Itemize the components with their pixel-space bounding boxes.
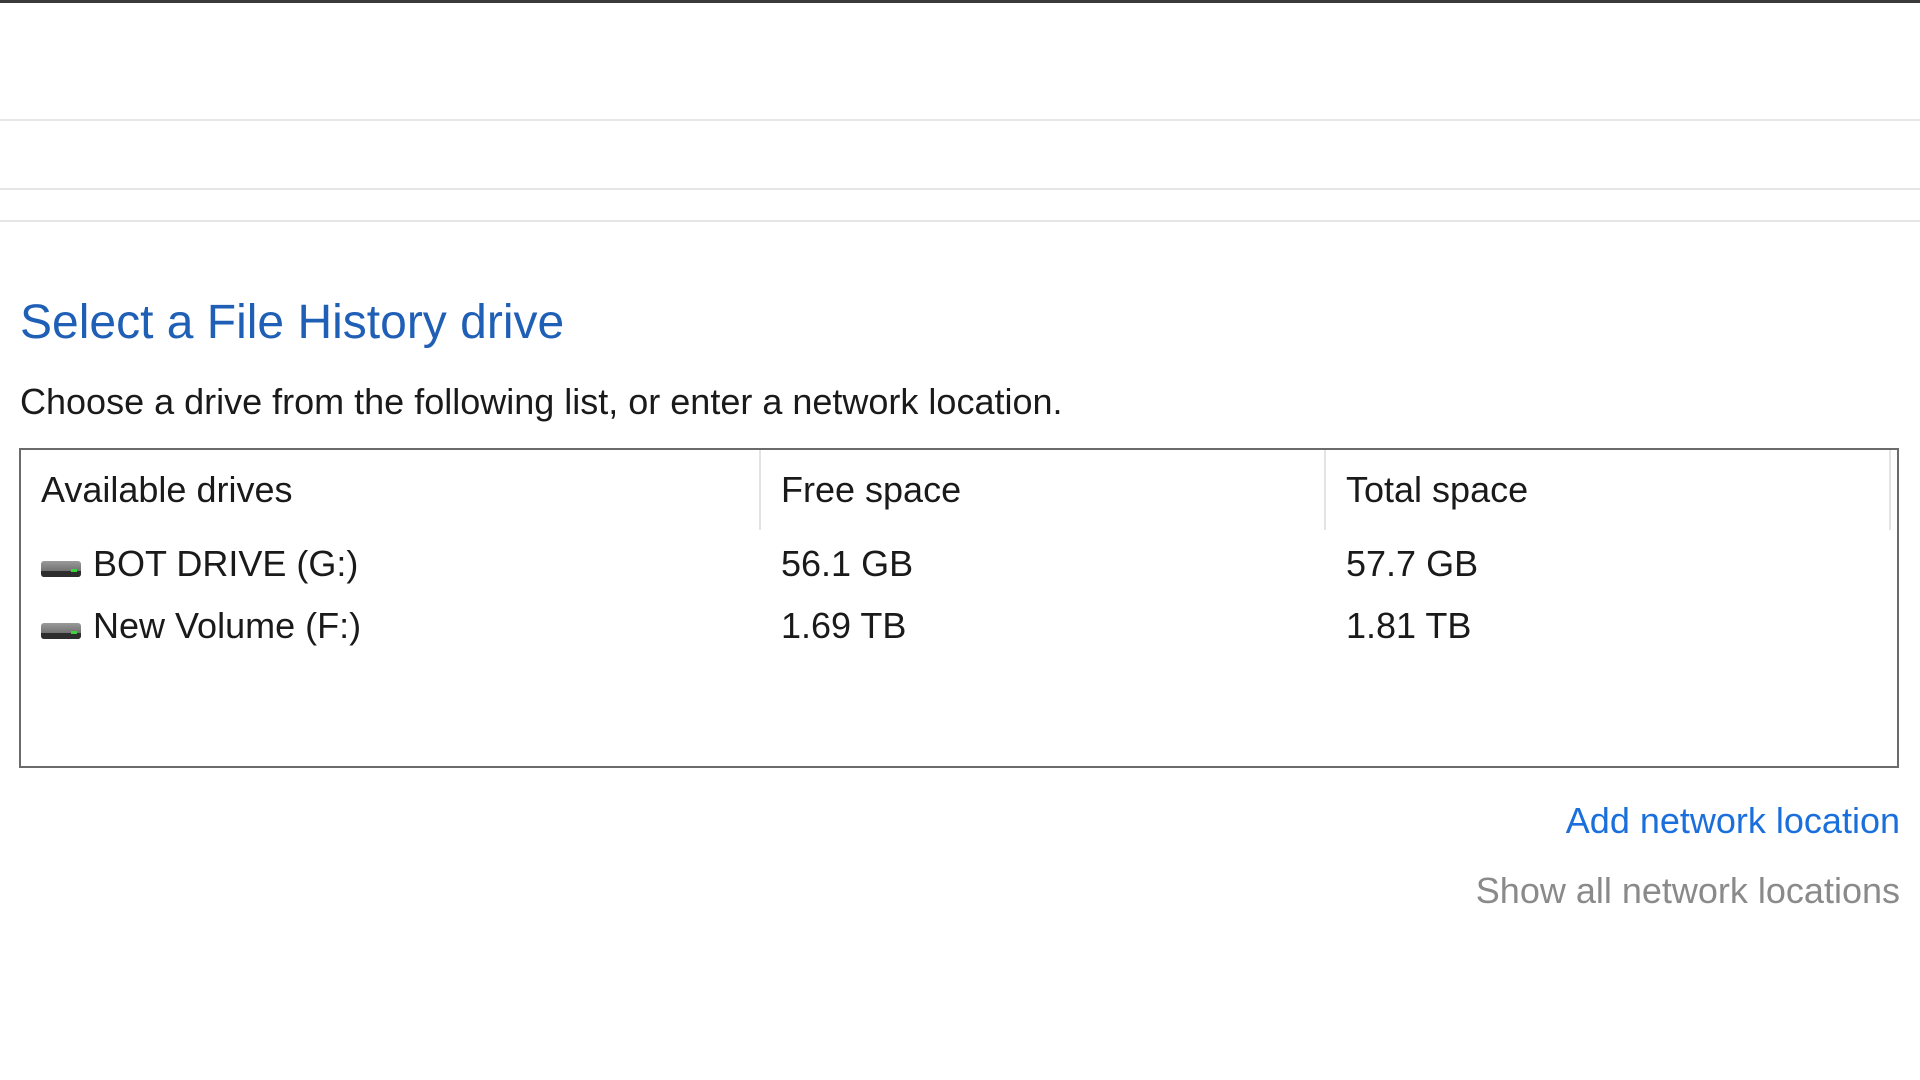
drive-total-space: 57.7 GB [1346, 543, 1479, 584]
drive-list[interactable]: Available drives Free space Total space … [19, 448, 1899, 768]
page-title: Select a File History drive [20, 296, 565, 349]
drive-free-space: 1.69 TB [781, 605, 907, 646]
column-header-total-space[interactable]: Total space [1326, 450, 1891, 530]
divider [0, 119, 1920, 121]
drive-name: BOT DRIVE (G:) [93, 543, 359, 584]
drive-name-cell: New Volume (F:) [41, 596, 361, 656]
add-network-location-link[interactable]: Add network location [1566, 800, 1900, 842]
drive-name-cell: BOT DRIVE (G:) [41, 534, 358, 594]
page-subtitle: Choose a drive from the following list, … [20, 381, 1063, 422]
column-header-available-drives[interactable]: Available drives [21, 450, 761, 530]
drive-free-space: 56.1 GB [781, 543, 914, 584]
divider [0, 220, 1920, 222]
file-history-page: Select a File History drive Choose a dri… [0, 0, 1920, 1080]
divider [0, 188, 1920, 190]
drive-total-space: 1.81 TB [1346, 605, 1472, 646]
drive-row[interactable]: BOT DRIVE (G:) 56.1 GB 57.7 GB [21, 534, 1897, 594]
hard-drive-icon [41, 557, 81, 579]
column-header-free-space[interactable]: Free space [761, 450, 1326, 530]
window-top-border [0, 0, 1920, 3]
hard-drive-icon [41, 619, 81, 641]
show-all-network-locations-link[interactable]: Show all network locations [1476, 870, 1900, 912]
drive-name: New Volume (F:) [93, 605, 362, 646]
drive-row[interactable]: New Volume (F:) 1.69 TB 1.81 TB [21, 596, 1897, 656]
